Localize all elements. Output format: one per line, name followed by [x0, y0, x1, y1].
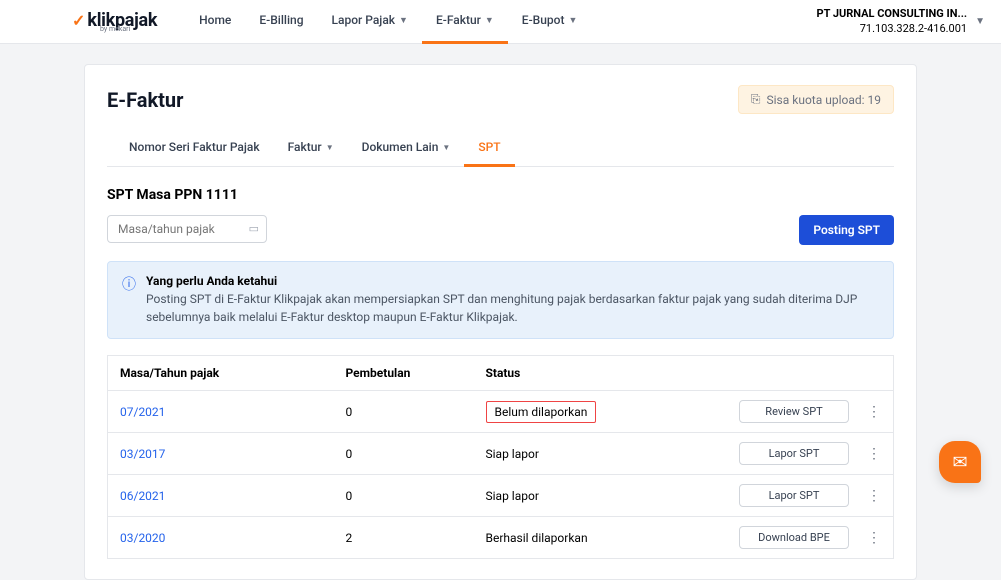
alert-text: Posting SPT di E-Faktur Klikpajak akan m… — [146, 290, 879, 326]
tab-nsfp[interactable]: Nomor Seri Faktur Pajak — [115, 130, 274, 167]
tab-dokumen-lain[interactable]: Dokumen Lain ▼ — [348, 130, 465, 167]
caret-down-icon: ▼ — [442, 143, 450, 152]
caret-down-icon: ▼ — [326, 143, 334, 152]
nav-ebilling[interactable]: E-Billing — [245, 0, 317, 44]
period-link[interactable]: 03/2017 — [120, 447, 165, 461]
nav-lapor-pajak[interactable]: Lapor Pajak ▼ — [318, 0, 422, 44]
calendar-icon: ▭ — [249, 222, 259, 235]
brand-logo[interactable]: ✓ klikpajak by mekari — [72, 10, 185, 33]
kebab-menu-icon[interactable]: ⋮ — [867, 404, 881, 420]
th-pembetulan: Pembetulan — [334, 356, 474, 391]
th-status: Status — [474, 356, 724, 391]
caret-down-icon: ▼ — [399, 15, 408, 26]
row-action-button[interactable]: Download BPE — [739, 526, 849, 549]
period-link[interactable]: 03/2020 — [120, 531, 165, 545]
tab-dokumen-label: Dokumen Lain — [362, 140, 439, 154]
quota-badge: ⎘ Sisa kuota upload: 19 — [738, 85, 894, 114]
tab-spt[interactable]: SPT — [464, 130, 514, 167]
top-navbar: ✓ klikpajak by mekari Home E-Billing Lap… — [0, 0, 1001, 44]
quota-label: Sisa kuota upload: 19 — [767, 93, 882, 107]
caret-down-icon: ▼ — [975, 15, 985, 28]
chat-icon: ✉ — [952, 452, 967, 473]
nav-ebupot-label: E-Bupot — [522, 13, 565, 27]
alert-title: Yang perlu Anda ketahui — [146, 274, 879, 288]
spt-table: Masa/Tahun pajak Pembetulan Status 07/20… — [107, 355, 894, 559]
status-text: Berhasil dilaporkan — [486, 531, 588, 545]
kebab-menu-icon[interactable]: ⋮ — [867, 488, 881, 504]
row-action-button[interactable]: Review SPT — [739, 400, 849, 423]
logo-check-icon: ✓ — [72, 11, 85, 30]
pembetulan-cell: 0 — [334, 391, 474, 433]
status-badge: Belum dilaporkan — [486, 401, 597, 423]
upload-icon: ⎘ — [751, 92, 761, 107]
info-alert: ⓘ Yang perlu Anda ketahui Posting SPT di… — [107, 261, 894, 339]
table-row: 03/2020 2 Berhasil dilaporkan Download BPE ⋮ — [108, 517, 894, 559]
logo-subtext: by mekari — [100, 25, 185, 33]
nav-home[interactable]: Home — [185, 0, 245, 44]
th-masa: Masa/Tahun pajak — [108, 356, 334, 391]
info-icon: ⓘ — [122, 274, 136, 326]
tab-faktur[interactable]: Faktur ▼ — [274, 130, 348, 167]
nav-efaktur[interactable]: E-Faktur ▼ — [422, 0, 508, 44]
table-row: 06/2021 0 Siap lapor Lapor SPT ⋮ — [108, 475, 894, 517]
account-name: PT JURNAL CONSULTING IN... — [816, 7, 967, 21]
section-title: SPT Masa PPN 1111 — [107, 187, 894, 203]
pembetulan-cell: 2 — [334, 517, 474, 559]
posting-spt-button[interactable]: Posting SPT — [799, 215, 894, 245]
date-filter-input[interactable] — [107, 215, 267, 243]
account-id: 71.103.328.2-416.001 — [816, 22, 967, 36]
sub-tabs: Nomor Seri Faktur Pajak Faktur ▼ Dokumen… — [107, 130, 894, 167]
tab-faktur-label: Faktur — [288, 140, 322, 154]
status-text: Siap lapor — [486, 489, 539, 503]
date-filter-wrap: ▭ — [107, 215, 267, 245]
nav-efaktur-label: E-Faktur — [436, 13, 481, 27]
nav-ebupot[interactable]: E-Bupot ▼ — [508, 0, 592, 44]
main-nav: Home E-Billing Lapor Pajak ▼ E-Faktur ▼ … — [185, 0, 591, 44]
table-row: 07/2021 0 Belum dilaporkan Review SPT ⋮ — [108, 391, 894, 433]
account-switcher[interactable]: PT JURNAL CONSULTING IN... 71.103.328.2-… — [816, 7, 985, 36]
pembetulan-cell: 0 — [334, 433, 474, 475]
caret-down-icon: ▼ — [568, 15, 577, 26]
nav-lapor-label: Lapor Pajak — [332, 13, 396, 27]
caret-down-icon: ▼ — [485, 15, 494, 26]
kebab-menu-icon[interactable]: ⋮ — [867, 446, 881, 462]
period-link[interactable]: 07/2021 — [120, 405, 165, 419]
pembetulan-cell: 0 — [334, 475, 474, 517]
row-action-button[interactable]: Lapor SPT — [739, 484, 849, 507]
table-row: 03/2017 0 Siap lapor Lapor SPT ⋮ — [108, 433, 894, 475]
th-actions — [724, 356, 894, 391]
period-link[interactable]: 06/2021 — [120, 489, 165, 503]
kebab-menu-icon[interactable]: ⋮ — [867, 530, 881, 546]
row-action-button[interactable]: Lapor SPT — [739, 442, 849, 465]
page-title: E-Faktur — [107, 88, 183, 112]
status-text: Siap lapor — [486, 447, 539, 461]
chat-fab[interactable]: ✉ — [939, 441, 981, 483]
